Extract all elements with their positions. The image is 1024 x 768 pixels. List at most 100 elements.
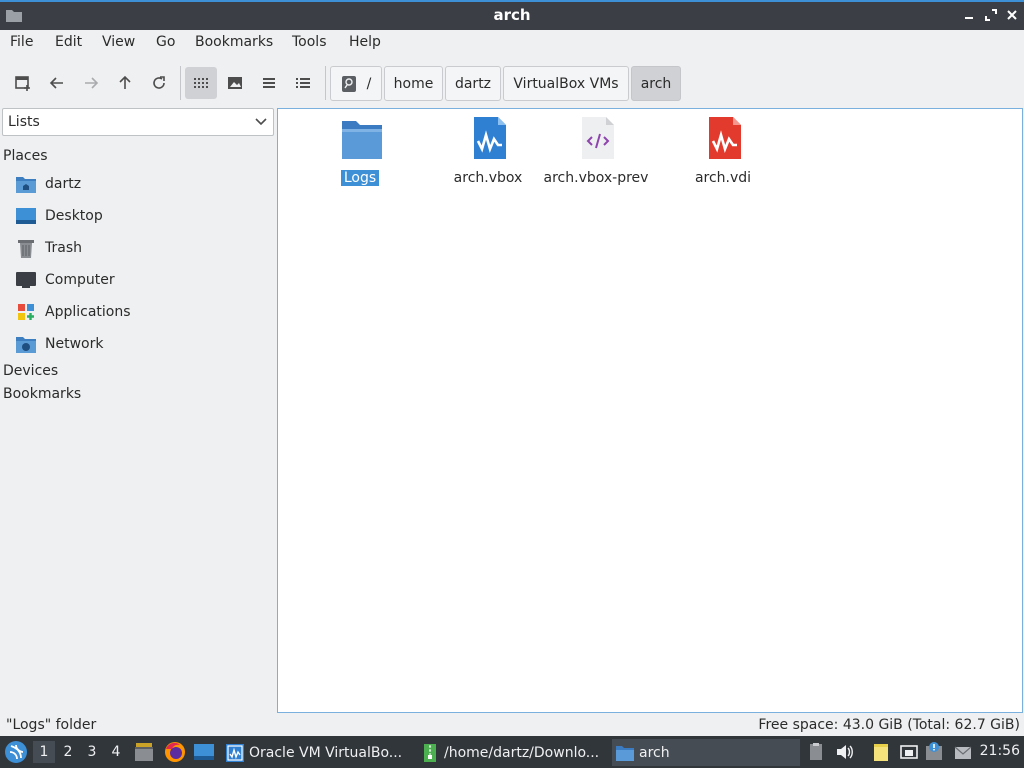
devices-heading[interactable]: Devices — [3, 363, 58, 379]
menu-go[interactable]: Go — [156, 34, 175, 50]
menu-help[interactable]: Help — [349, 34, 381, 50]
menu-bar: File Edit View Go Bookmarks Tools Help — [0, 30, 1024, 56]
toolbar-separator — [180, 66, 181, 100]
clock[interactable]: 21:56 — [980, 743, 1020, 759]
virtualbox-file-icon — [474, 117, 506, 159]
menu-tools[interactable]: Tools — [292, 34, 327, 50]
place-computer[interactable]: Computer — [16, 267, 266, 293]
back-button[interactable] — [41, 67, 73, 99]
icon-view-button[interactable] — [185, 67, 217, 99]
place-label: Network — [45, 336, 104, 352]
place-trash[interactable]: Trash — [16, 235, 266, 261]
xml-file-icon — [582, 117, 614, 159]
file-name: arch.vbox-prev — [543, 170, 649, 186]
file-name: arch.vdi — [694, 170, 752, 186]
breadcrumb-label: arch — [640, 75, 672, 92]
file-name: Logs — [300, 170, 420, 186]
forward-button[interactable] — [75, 67, 107, 99]
folder-icon — [616, 745, 634, 761]
side-pane-mode-select[interactable]: Lists — [2, 108, 274, 136]
breadcrumb-arch[interactable]: arch — [631, 66, 681, 101]
file-item-arch-vbox[interactable]: arch.vbox — [428, 117, 548, 187]
up-button[interactable] — [109, 67, 141, 99]
free-space-status: Free space: 43.0 GiB (Total: 62.7 GiB) — [758, 717, 1020, 733]
window-title: arch — [493, 6, 531, 24]
desktop-icon — [16, 206, 36, 226]
place-desktop[interactable]: Desktop — [16, 203, 266, 229]
applications-icon — [16, 302, 36, 322]
workspace-2[interactable]: 2 — [57, 741, 79, 763]
new-tab-button[interactable] — [7, 67, 39, 99]
place-network[interactable]: Network — [16, 331, 266, 357]
network-wired-icon[interactable] — [899, 742, 919, 762]
virtualbox-icon — [226, 743, 244, 762]
trash-icon — [16, 238, 36, 258]
window-titlebar[interactable]: arch — [0, 0, 1024, 30]
file-name: arch.vbox — [453, 170, 523, 186]
menu-view[interactable]: View — [102, 34, 135, 50]
file-item-logs[interactable]: Logs — [300, 117, 420, 187]
place-label: Trash — [45, 240, 82, 256]
menu-file[interactable]: File — [10, 34, 33, 50]
chevron-down-icon — [255, 118, 267, 126]
breadcrumb-dartz[interactable]: dartz — [445, 66, 501, 101]
thumbnail-view-icon — [228, 77, 242, 89]
toolbar-separator — [325, 66, 326, 100]
taskbar: 1 2 3 4 Oracle VM VirtualBo... /home/dar… — [0, 736, 1024, 768]
thumbnail-view-button[interactable] — [219, 67, 251, 99]
places-heading[interactable]: Places — [3, 148, 48, 164]
breadcrumb-root-label: / — [366, 75, 372, 92]
workspace-1[interactable]: 1 — [33, 741, 55, 763]
selection-status: "Logs" folder — [6, 717, 97, 733]
updates-icon[interactable] — [925, 742, 945, 762]
breadcrumb-home[interactable]: home — [384, 66, 443, 101]
volume-icon[interactable] — [835, 742, 855, 762]
status-bar: "Logs" folder Free space: 43.0 GiB (Tota… — [0, 714, 1024, 736]
show-desktop-icon[interactable] — [193, 741, 215, 763]
breadcrumb-label: home — [393, 75, 434, 92]
drive-icon — [341, 75, 356, 92]
task-label: arch — [639, 744, 670, 761]
compact-view-button[interactable] — [253, 67, 285, 99]
toolbar: / home dartz VirtualBox VMs arch — [0, 62, 1024, 104]
start-menu-icon[interactable] — [4, 740, 28, 764]
task-virtualbox[interactable]: Oracle VM VirtualBo... — [222, 739, 408, 766]
detailed-list-view-icon — [296, 78, 310, 88]
file-manager-launcher-icon[interactable] — [133, 741, 155, 763]
place-label: Applications — [45, 304, 131, 320]
place-home[interactable]: dartz — [16, 171, 266, 197]
menu-bookmarks[interactable]: Bookmarks — [195, 34, 273, 50]
clipboard-icon[interactable] — [806, 742, 826, 762]
workspace-3[interactable]: 3 — [81, 741, 103, 763]
place-applications[interactable]: Applications — [16, 299, 266, 325]
reload-button[interactable] — [143, 67, 175, 99]
icon-view-icon — [194, 78, 208, 88]
close-icon[interactable] — [1004, 7, 1020, 23]
up-icon — [119, 75, 131, 89]
notes-icon[interactable] — [871, 742, 891, 762]
file-item-arch-vdi[interactable]: arch.vdi — [663, 117, 783, 187]
computer-icon — [16, 270, 36, 290]
maximize-icon[interactable] — [983, 7, 999, 23]
menu-edit[interactable]: Edit — [55, 34, 82, 50]
firefox-icon[interactable] — [164, 741, 186, 763]
breadcrumb-root[interactable]: / — [330, 66, 382, 101]
bookmarks-heading[interactable]: Bookmarks — [3, 386, 81, 402]
file-item-arch-vbox-prev[interactable]: arch.vbox-prev — [536, 117, 656, 187]
breadcrumb-virtualbox-vms[interactable]: VirtualBox VMs — [503, 66, 629, 101]
folder-icon — [342, 121, 382, 159]
breadcrumb-label: VirtualBox VMs — [513, 75, 619, 92]
task-label: Oracle VM VirtualBo... — [249, 744, 403, 761]
forward-icon — [85, 77, 99, 89]
task-arch[interactable]: arch — [612, 739, 800, 766]
home-folder-icon — [16, 174, 36, 194]
back-icon — [49, 77, 63, 89]
folder-view[interactable]: Logs arch.vbox arch.vbox-prev arch.vdi — [277, 108, 1023, 713]
place-label: Computer — [45, 272, 115, 288]
disk-image-file-icon — [709, 117, 741, 159]
task-archive[interactable]: /home/dartz/Downlo... — [417, 739, 607, 766]
minimize-icon[interactable] — [961, 7, 977, 23]
workspace-4[interactable]: 4 — [105, 741, 127, 763]
detailed-list-view-button[interactable] — [287, 67, 319, 99]
mail-icon[interactable] — [953, 742, 973, 762]
